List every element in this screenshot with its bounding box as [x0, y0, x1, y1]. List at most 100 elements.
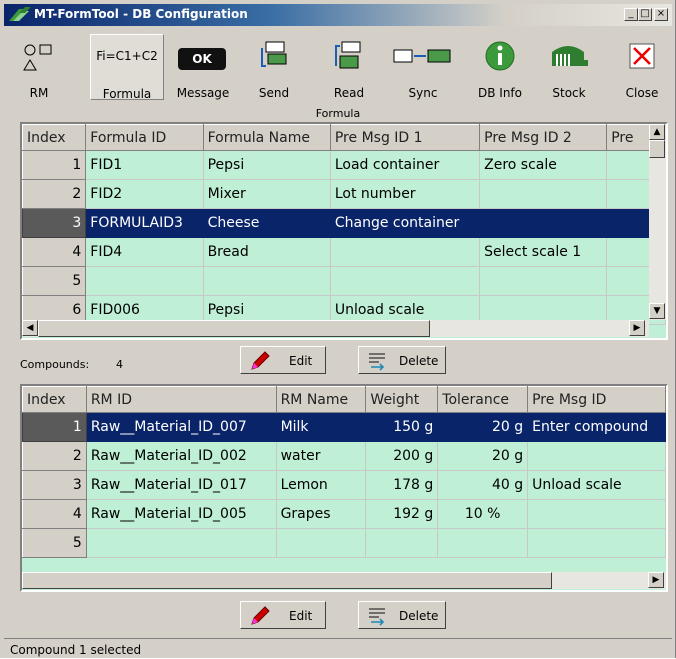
row-index[interactable]: 2	[22, 179, 87, 209]
col-header-formula-name[interactable]: Formula Name	[202, 124, 331, 151]
col-header-rm-id[interactable]: RM ID	[85, 386, 277, 413]
sync-tool-button[interactable]: Sync	[388, 34, 458, 100]
col-header-weight[interactable]: Weight	[365, 386, 439, 413]
cell-pre-msg[interactable]	[527, 441, 666, 471]
send-tool-button[interactable]: Send	[244, 34, 304, 100]
row-index[interactable]: 1	[22, 150, 87, 180]
table-row-selected[interactable]: 1 Raw__Material_ID_007 Milk 150 g 20 g Enter …	[22, 412, 666, 442]
cell-weight[interactable]: 178 g	[365, 470, 439, 500]
cell-formula-id[interactable]: FORMULAID3	[85, 208, 204, 238]
table-row[interactable]: 1 FID1 Pepsi Load container Zero scale	[22, 150, 666, 180]
table-row-selected[interactable]: 3 FORMULAID3 Cheese Change container	[22, 208, 666, 238]
cell-pre-msg-1[interactable]	[330, 237, 481, 267]
cell-formula-name[interactable]	[203, 266, 331, 296]
scroll-thumb[interactable]	[649, 140, 665, 158]
close-tool-button[interactable]: Close	[614, 34, 670, 100]
cell-formula-name[interactable]: Bread	[203, 237, 331, 267]
minimize-button[interactable]: _	[624, 8, 638, 21]
formula-tool-button[interactable]: Fi=C1+C2 Formula	[90, 34, 164, 101]
cell-pre-msg[interactable]	[527, 528, 666, 558]
cell-rm-id[interactable]: Raw__Material_ID_002	[86, 441, 277, 471]
cell-tolerance[interactable]: 10 %	[437, 499, 529, 529]
cell-rm-id[interactable]: Raw__Material_ID_017	[86, 470, 277, 500]
cell-pre-msg[interactable]	[527, 499, 666, 529]
table-row[interactable]: 2 FID2 Mixer Lot number	[22, 179, 666, 209]
cell-rm-id[interactable]: Raw__Material_ID_007	[86, 412, 277, 442]
cell-pre-msg[interactable]: Unload scale	[527, 470, 666, 500]
cell-tolerance[interactable]: 20 g	[437, 412, 529, 442]
cell-pre-msg-2[interactable]: Zero scale	[479, 150, 608, 180]
formula-grid[interactable]: Index Formula ID Formula Name Pre Msg ID…	[20, 122, 668, 340]
cell-formula-id[interactable]: FID1	[85, 150, 204, 180]
maximize-button[interactable]: □	[638, 8, 652, 21]
table-row[interactable]: 4 FID4 Bread Select scale 1	[22, 237, 666, 267]
cell-weight[interactable]: 192 g	[365, 499, 439, 529]
formula-horizontal-scrollbar[interactable]: ◀ ▶	[22, 320, 649, 337]
cell-rm-id[interactable]: Raw__Material_ID_005	[86, 499, 277, 529]
col-header-tolerance[interactable]: Tolerance	[437, 386, 529, 413]
scroll-left-icon[interactable]: ◀	[22, 320, 38, 336]
row-index[interactable]: 5	[22, 266, 87, 296]
cell-rm-id[interactable]	[86, 528, 277, 558]
formula-vertical-scrollbar[interactable]: ▲ ▼	[649, 124, 666, 320]
col-header-pre-msg-2[interactable]: Pre Msg ID 2	[479, 124, 608, 151]
stock-tool-button[interactable]: Stock	[538, 34, 600, 100]
cell-pre-msg-1[interactable]: Load container	[330, 150, 481, 180]
cell-rm-name[interactable]: Lemon	[276, 470, 367, 500]
formula-edit-button[interactable]: Edit	[240, 346, 326, 374]
table-row[interactable]: 3 Raw__Material_ID_017 Lemon 178 g 40 g Unloa…	[22, 470, 666, 500]
col-header-pre-msg-1[interactable]: Pre Msg ID 1	[329, 124, 481, 151]
cell-tolerance[interactable]: 20 g	[437, 441, 529, 471]
table-row[interactable]: 5	[22, 528, 666, 558]
row-index[interactable]: 1	[22, 412, 87, 442]
cell-weight[interactable]: 150 g	[365, 412, 439, 442]
scroll-up-icon[interactable]: ▲	[649, 124, 665, 140]
cell-rm-name[interactable]: Grapes	[276, 499, 367, 529]
col-header-index[interactable]: Index	[22, 386, 87, 413]
cell-formula-id[interactable]: FID2	[85, 179, 204, 209]
cell-weight[interactable]: 200 g	[365, 441, 439, 471]
cell-weight[interactable]	[365, 528, 439, 558]
row-index[interactable]: 5	[22, 528, 87, 558]
cell-pre-msg-1[interactable]	[330, 266, 481, 296]
col-header-pre-msg-id[interactable]: Pre Msg ID	[527, 386, 666, 413]
col-header-index[interactable]: Index	[22, 124, 87, 151]
row-index[interactable]: 4	[22, 237, 87, 267]
read-tool-button[interactable]: Read	[320, 34, 378, 100]
cell-pre-msg-2[interactable]: Select scale 1	[479, 237, 608, 267]
compound-delete-button[interactable]: Delete	[358, 601, 446, 629]
message-tool-button[interactable]: OK Message	[170, 34, 236, 100]
scroll-right-icon[interactable]: ▶	[629, 320, 645, 336]
cell-rm-name[interactable]: water	[276, 441, 367, 471]
cell-formula-name[interactable]: Pepsi	[203, 150, 331, 180]
rm-tool-button[interactable]: RM	[10, 34, 68, 100]
scroll-thumb[interactable]	[22, 572, 552, 589]
compound-grid[interactable]: Index RM ID RM Name Weight Tolerance Pre…	[20, 384, 668, 592]
cell-pre-msg-2[interactable]	[479, 266, 608, 296]
cell-formula-name[interactable]: Cheese	[203, 208, 331, 238]
cell-pre-msg-2[interactable]	[479, 179, 608, 209]
cell-pre-msg[interactable]: Enter compound	[527, 412, 666, 442]
cell-formula-id[interactable]	[85, 266, 204, 296]
cell-formula-name[interactable]: Mixer	[203, 179, 331, 209]
cell-tolerance[interactable]	[437, 528, 529, 558]
col-header-formula-id[interactable]: Formula ID	[85, 124, 204, 151]
cell-formula-id[interactable]: FID4	[85, 237, 204, 267]
scroll-right-icon[interactable]: ▶	[648, 572, 664, 588]
cell-tolerance[interactable]: 40 g	[437, 470, 529, 500]
cell-pre-msg-2[interactable]	[479, 208, 608, 238]
table-row[interactable]: 2 Raw__Material_ID_002 water 200 g 20 g	[22, 441, 666, 471]
cell-pre-msg-1[interactable]: Lot number	[330, 179, 481, 209]
compound-edit-button[interactable]: Edit	[240, 601, 326, 629]
cell-rm-name[interactable]: Milk	[276, 412, 367, 442]
scroll-down-icon[interactable]: ▼	[649, 303, 665, 319]
cell-pre-msg-1[interactable]: Change container	[330, 208, 481, 238]
row-index[interactable]: 4	[22, 499, 87, 529]
dbinfo-tool-button[interactable]: DB Info	[470, 34, 530, 100]
table-row[interactable]: 5	[22, 266, 666, 296]
scroll-thumb[interactable]	[38, 320, 430, 337]
formula-delete-button[interactable]: Delete	[358, 346, 446, 374]
cell-rm-name[interactable]	[276, 528, 367, 558]
table-row[interactable]: 4 Raw__Material_ID_005 Grapes 192 g 10 %	[22, 499, 666, 529]
col-header-rm-name[interactable]: RM Name	[275, 386, 367, 413]
